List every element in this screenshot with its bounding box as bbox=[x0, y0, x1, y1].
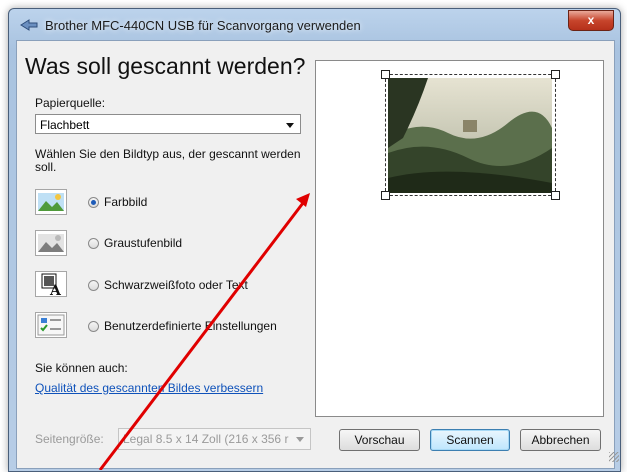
annotation-arrow bbox=[98, 193, 310, 470]
